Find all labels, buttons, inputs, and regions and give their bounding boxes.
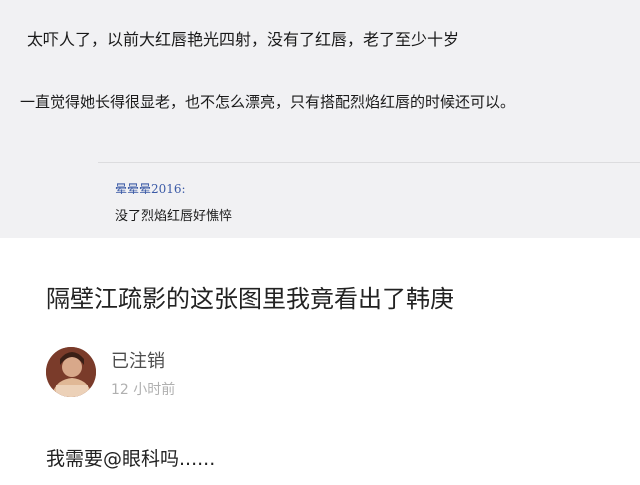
comment-timestamp: 12 小时前 [111, 382, 176, 398]
reply-box: 晕晕晕2016: 没了烈焰红唇好憔悴 [98, 162, 640, 239]
top-comment-panel: 太吓人了，以前大红唇艳光四射，没有了红唇，老了至少十岁 一直觉得她长得很显老，也… [0, 0, 640, 238]
user-avatar[interactable] [46, 347, 96, 397]
comment-text-line-1: 太吓人了，以前大红唇艳光四射，没有了红唇，老了至少十岁 [27, 30, 460, 49]
comment-text-line-2: 一直觉得她长得很显老，也不怎么漂亮，只有搭配烈焰红唇的时候还可以。 [20, 93, 516, 111]
post-title: 隔壁江疏影的这张图里我竟看出了韩庚 [46, 285, 454, 313]
reply-username-link[interactable]: 晕晕晕2016: [115, 180, 186, 197]
bottom-post-panel: 隔壁江疏影的这张图里我竟看出了韩庚 已注销 12 小时前 我需要@眼科吗....… [0, 238, 640, 485]
comment-body: 我需要@眼科吗...... [46, 448, 216, 470]
comment-username[interactable]: 已注销 [111, 347, 165, 373]
user-avatar-photo-icon [46, 347, 96, 397]
reply-text: 没了烈焰红唇好憔悴 [115, 209, 233, 224]
